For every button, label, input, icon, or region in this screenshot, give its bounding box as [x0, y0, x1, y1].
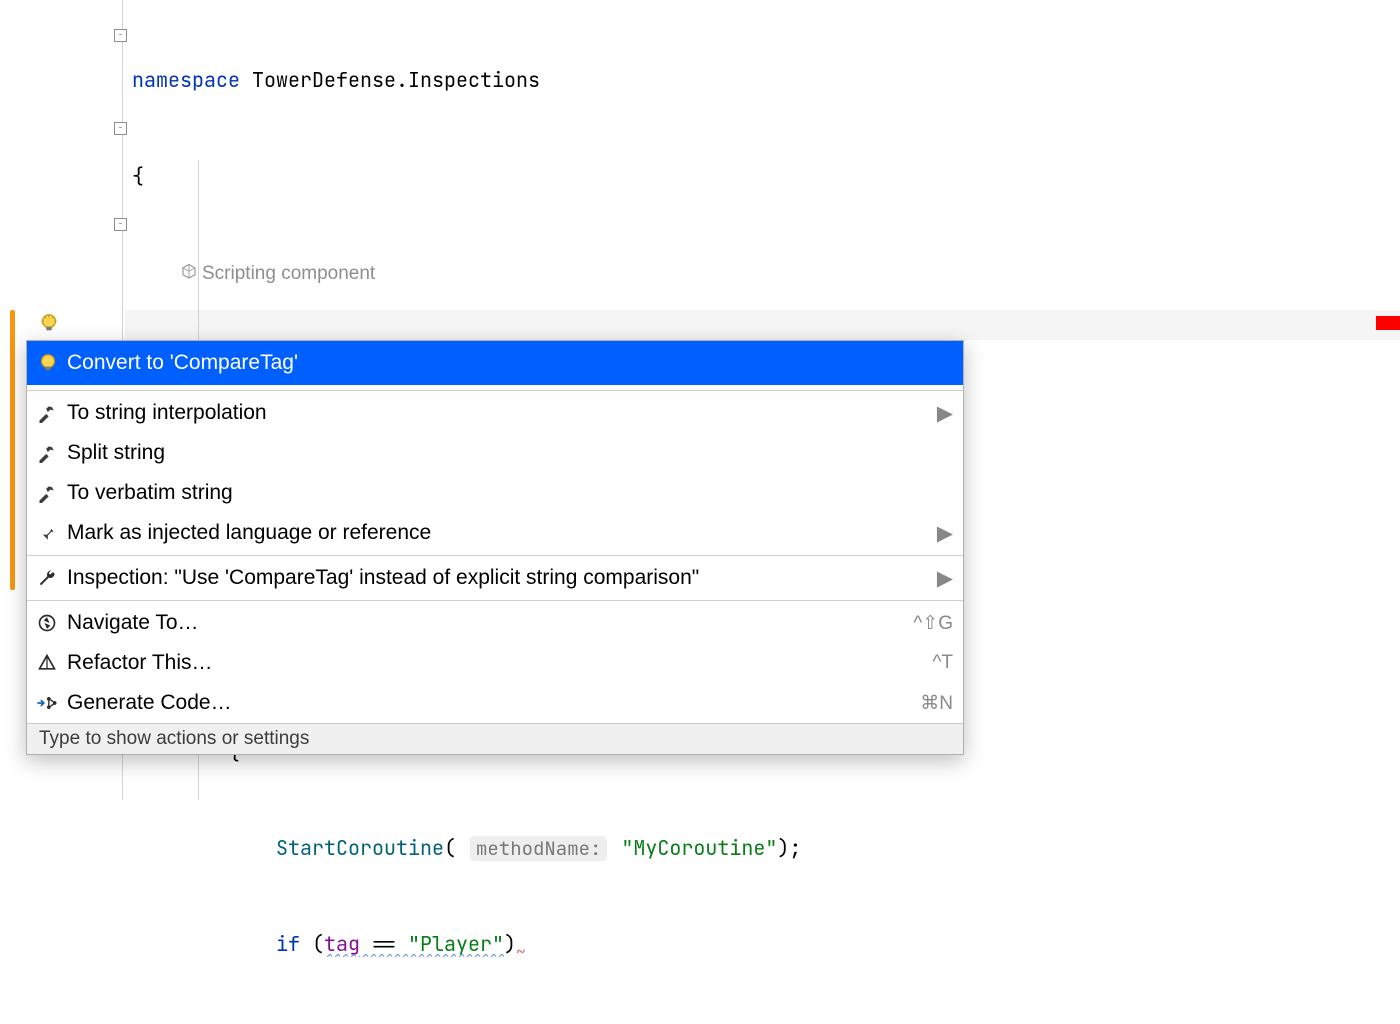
- popup-item-label: Convert to 'CompareTag': [67, 351, 953, 375]
- popup-item-inspection[interactable]: Inspection: "Use 'CompareTag' instead of…: [27, 558, 963, 598]
- vcs-change-marker: [10, 310, 15, 590]
- brace: {: [132, 163, 144, 189]
- string-literal: "Player": [408, 931, 504, 957]
- hammer-icon: [37, 483, 67, 503]
- error-squiggle-icon: ~: [516, 941, 526, 962]
- popup-item-generate-code[interactable]: Generate Code… ⌘N: [27, 683, 963, 723]
- popup-item-label: To string interpolation: [67, 401, 931, 425]
- popup-item-verbatim-string[interactable]: To verbatim string: [27, 473, 963, 513]
- popup-item-label: Inspection: "Use 'CompareTag' instead of…: [67, 566, 931, 590]
- chevron-right-icon: ▶: [931, 521, 953, 546]
- unity-hint: Scripting component: [180, 263, 375, 284]
- keyboard-shortcut: ⌘N: [893, 692, 953, 715]
- wrench-icon: [37, 568, 67, 588]
- fold-toggle-icon[interactable]: [114, 122, 127, 135]
- quickfix-popup: Convert to 'CompareTag' To string interp…: [26, 340, 964, 755]
- chevron-right-icon: ▶: [931, 401, 953, 426]
- fold-toggle-icon[interactable]: [114, 29, 127, 42]
- prism-icon: [37, 653, 67, 673]
- lightbulb-gutter-icon[interactable]: [38, 312, 60, 334]
- popup-item-label: Mark as injected language or reference: [67, 521, 931, 545]
- error-stripe-marker[interactable]: [1376, 316, 1400, 330]
- popup-item-label: To verbatim string: [67, 481, 953, 505]
- unity-icon: [180, 263, 198, 281]
- popup-item-convert-comparetag[interactable]: Convert to 'CompareTag': [27, 341, 963, 385]
- popup-item-navigate-to[interactable]: Navigate To… ^⇧G: [27, 603, 963, 643]
- compass-icon: [37, 613, 67, 633]
- hammer-icon: [37, 403, 67, 423]
- generate-icon: [37, 693, 67, 713]
- keyboard-shortcut: ^⇧G: [893, 612, 953, 635]
- pin-icon: [37, 523, 67, 543]
- hammer-icon: [37, 443, 67, 463]
- popup-item-string-interpolation[interactable]: To string interpolation ▶: [27, 393, 963, 433]
- lightbulb-icon: [37, 352, 67, 374]
- popup-search-hint[interactable]: Type to show actions or settings: [27, 723, 963, 754]
- popup-item-split-string[interactable]: Split string: [27, 433, 963, 473]
- parameter-hint-inlay: methodName:: [470, 836, 607, 861]
- popup-item-label: Generate Code…: [67, 691, 893, 715]
- popup-divider: [27, 600, 963, 601]
- code-editor[interactable]: namespace TowerDefense.Inspections { Scr…: [0, 0, 1400, 800]
- popup-item-label: Navigate To…: [67, 611, 893, 635]
- popup-item-label: Refactor This…: [67, 651, 893, 675]
- method-call: StartCoroutine: [276, 835, 444, 861]
- popup-item-injected-language[interactable]: Mark as injected language or reference ▶: [27, 513, 963, 553]
- chevron-right-icon: ▶: [931, 566, 953, 591]
- keyword: namespace: [132, 67, 240, 93]
- string-literal: "MyCoroutine": [621, 835, 777, 861]
- popup-item-label: Split string: [67, 441, 953, 465]
- keyword: if: [276, 931, 300, 957]
- namespace-name: TowerDefense.Inspections: [240, 67, 540, 93]
- property-ref: tag: [324, 931, 360, 957]
- popup-item-refactor-this[interactable]: Refactor This… ^T: [27, 643, 963, 683]
- popup-divider: [27, 555, 963, 556]
- popup-divider: [27, 390, 963, 391]
- keyboard-shortcut: ^T: [893, 652, 953, 674]
- fold-toggle-icon[interactable]: [114, 218, 127, 231]
